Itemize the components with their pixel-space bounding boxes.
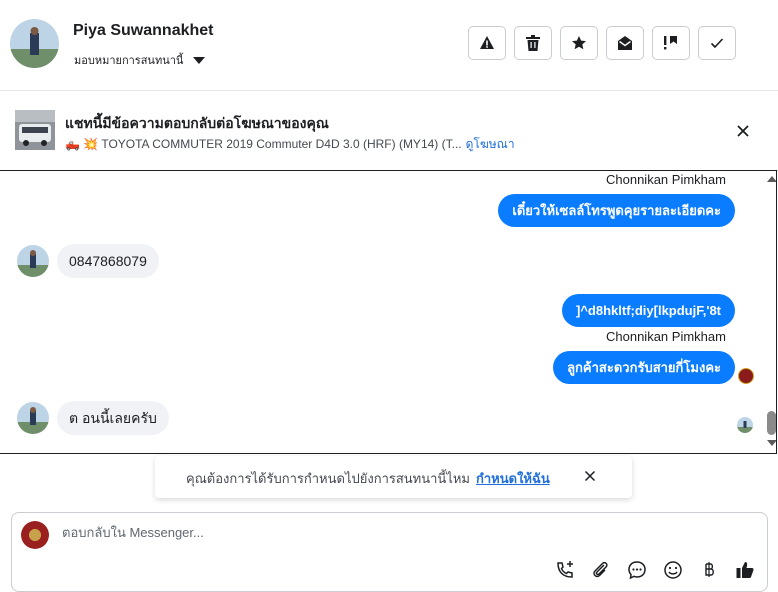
assign-dropdown[interactable]: มอบหมายการสนทนานี้ <box>74 51 206 69</box>
composer-tools <box>554 559 755 580</box>
warning-icon <box>480 36 494 49</box>
check-icon <box>710 38 724 49</box>
incoming-message[interactable]: 0847868079 <box>57 244 159 278</box>
delete-button[interactable] <box>514 26 552 60</box>
open-envelope-icon <box>618 36 632 50</box>
trash-icon <box>526 35 540 51</box>
seen-by-page-icon <box>738 368 754 384</box>
incoming-message[interactable]: ต อนนี้เลยครับ <box>57 401 169 435</box>
chevron-down-icon <box>193 56 206 64</box>
star-button[interactable] <box>560 26 598 60</box>
scrollbar-thumb[interactable] <box>767 411 776 435</box>
outgoing-message[interactable]: ลูกค้าสะดวกรับสายกี่โมงคะ <box>553 351 735 384</box>
smiley-icon[interactable] <box>662 559 683 580</box>
message-sender: Chonnikan Pimkham <box>606 172 726 187</box>
mark-unread-button[interactable] <box>606 26 644 60</box>
assign-notice: คุณต้องการได้รับการกำหนดไปยังการสนทนานี้… <box>155 456 632 498</box>
ad-description: 🛻 💥 TOYOTA COMMUTER 2019 Commuter D4D 3.… <box>65 137 462 151</box>
contact-avatar-small[interactable] <box>17 245 49 277</box>
done-button[interactable] <box>698 26 736 60</box>
scroll-down-arrow[interactable] <box>767 440 776 446</box>
star-icon <box>572 36 586 50</box>
ad-banner-subtitle: 🛻 💥 TOYOTA COMMUTER 2019 Commuter D4D 3.… <box>65 135 515 154</box>
message-thread[interactable]: Chonnikan Pimkham เดี๋ยวให้เซลล์โทรพูดคุ… <box>0 170 777 454</box>
assign-notice-text: คุณต้องการได้รับการกำหนดไปยังการสนทนานี้… <box>186 468 550 489</box>
view-ad-link[interactable]: ดูโฆษณา <box>466 137 515 151</box>
contact-avatar[interactable] <box>10 19 59 68</box>
contact-name[interactable]: Piya Suwannakhet <box>73 22 214 40</box>
reply-composer <box>11 512 768 592</box>
message-sender: Chonnikan Pimkham <box>606 329 726 344</box>
outgoing-message[interactable]: ]^d8hkltf;diy[lkpdujF,'8t <box>561 294 735 327</box>
contact-avatar-small[interactable] <box>17 402 49 434</box>
reply-input[interactable] <box>60 524 664 541</box>
chat-bubble-icon[interactable] <box>626 559 647 580</box>
baht-icon[interactable] <box>698 559 719 580</box>
outgoing-message[interactable]: เดี๋ยวให้เซลล์โทรพูดคุยรายละเอียดคะ <box>498 194 735 227</box>
close-icon[interactable] <box>584 470 596 482</box>
conversation-header: Piya Suwannakhet มอบหมายการสนทนานี้ <box>0 0 778 91</box>
report-button[interactable] <box>468 26 506 60</box>
thumbs-up-icon[interactable] <box>734 559 755 580</box>
paperclip-icon[interactable] <box>590 559 611 580</box>
scroll-up-arrow[interactable] <box>767 176 776 182</box>
ad-thumbnail[interactable] <box>15 110 55 150</box>
assign-to-me-link[interactable]: กำหนดให้ฉัน <box>476 471 550 486</box>
follow-up-icon <box>664 36 677 50</box>
page-avatar <box>21 521 49 549</box>
assign-notice-message: คุณต้องการได้รับการกำหนดไปยังการสนทนานี้… <box>186 471 470 486</box>
ad-reply-banner: แชทนี้มีข้อความตอบกลับต่อโฆษณาของคุณ 🛻 💥… <box>0 91 778 171</box>
follow-up-button[interactable] <box>652 26 690 60</box>
ad-banner-title: แชทนี้มีข้อความตอบกลับต่อโฆษณาของคุณ <box>65 115 329 131</box>
header-actions <box>468 26 736 60</box>
close-icon[interactable] <box>735 123 751 139</box>
seen-by-contact-icon <box>737 417 753 433</box>
call-add-icon[interactable] <box>554 559 575 580</box>
assign-label: มอบหมายการสนทนานี้ <box>74 55 184 67</box>
